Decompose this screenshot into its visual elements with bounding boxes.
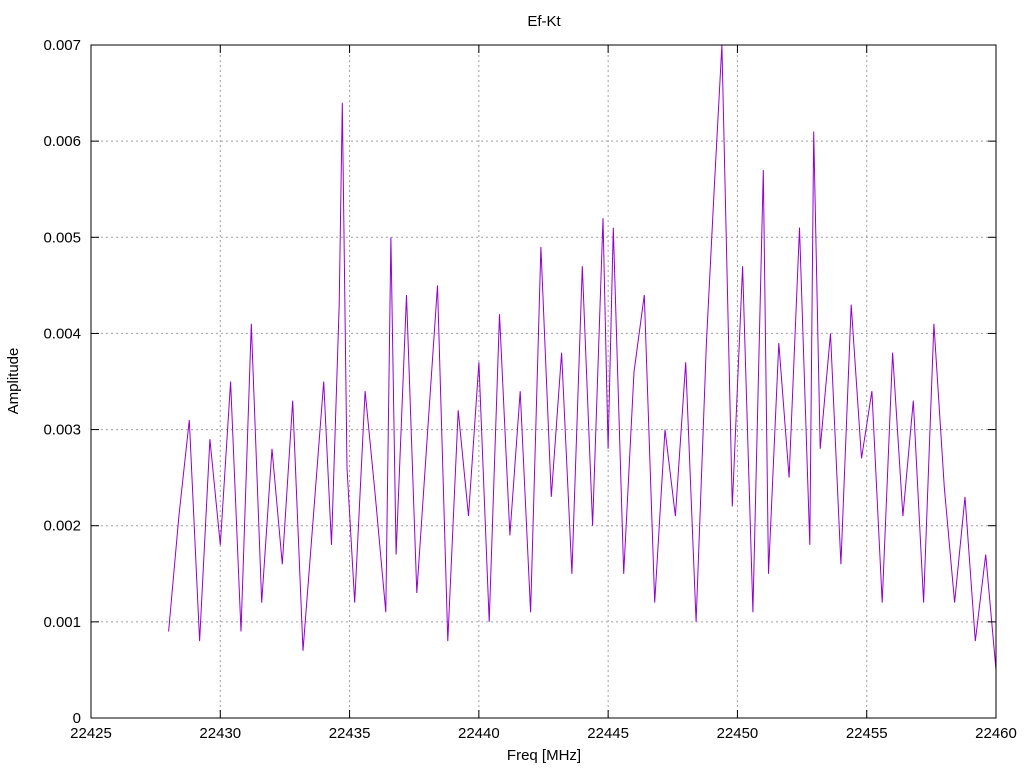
x-tick-label: 22450 bbox=[717, 725, 759, 742]
tick-marks bbox=[90, 44, 997, 719]
x-tick-label: 22430 bbox=[199, 725, 241, 742]
chart-figure: 22425 22430 22435 22440 22445 22450 22455 22460… bbox=[5, 13, 1017, 764]
series-layer bbox=[168, 44, 997, 670]
y-tick-label: 0.005 bbox=[43, 229, 81, 246]
y-tick-label: 0.007 bbox=[43, 37, 81, 54]
y-tick-label: 0.006 bbox=[43, 133, 81, 150]
x-tick-labels: 22425 22430 22435 22440 22445 22450 22455 22460 bbox=[70, 725, 1017, 742]
x-tick-label: 22455 bbox=[846, 725, 888, 742]
x-tick-label: 22440 bbox=[458, 725, 500, 742]
y-tick-label: 0.001 bbox=[43, 614, 81, 631]
amplitude-series-line bbox=[168, 44, 997, 670]
y-tick-label: 0 bbox=[73, 710, 81, 727]
y-tick-label: 0.002 bbox=[43, 518, 81, 535]
x-tick-label: 22445 bbox=[587, 725, 629, 742]
y-tick-label: 0.004 bbox=[43, 325, 81, 342]
chart-title: Ef-Kt bbox=[527, 13, 561, 30]
y-tick-label: 0.003 bbox=[43, 422, 81, 439]
x-tick-label: 22435 bbox=[329, 725, 371, 742]
grid-lines bbox=[91, 45, 996, 718]
y-axis-label: Amplitude bbox=[5, 348, 22, 415]
x-tick-label: 22425 bbox=[70, 725, 112, 742]
plot-frame bbox=[90, 44, 997, 719]
y-tick-labels: 0 0.001 0.002 0.003 0.004 0.005 0.006 0.007 bbox=[43, 37, 81, 727]
x-axis-label: Freq [MHz] bbox=[507, 747, 581, 764]
x-tick-label: 22460 bbox=[975, 725, 1017, 742]
